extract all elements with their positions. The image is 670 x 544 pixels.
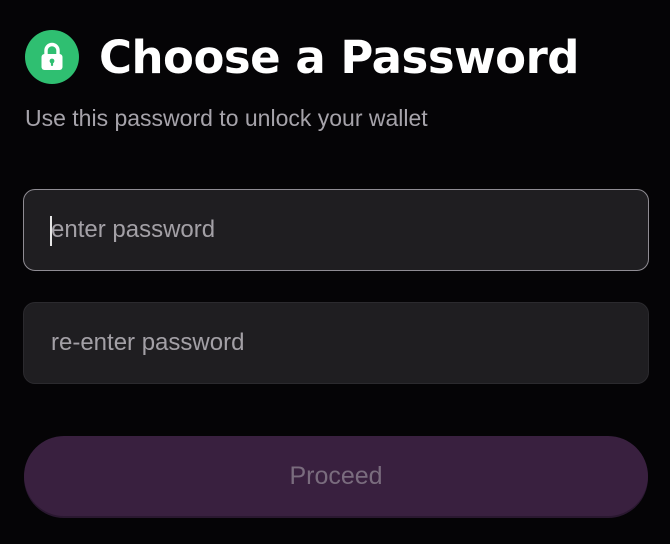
create-password-page: Choose a Password Use this password to u… — [0, 0, 670, 544]
proceed-button[interactable]: Proceed — [24, 436, 648, 516]
lock-icon — [25, 30, 79, 84]
page-subtitle: Use this password to unlock your wallet — [25, 105, 428, 131]
password-field[interactable] — [23, 189, 649, 271]
confirm-password-field[interactable] — [23, 302, 649, 384]
page-title: Choose a Password — [99, 30, 580, 84]
password-input[interactable] — [24, 190, 648, 270]
header: Choose a Password — [25, 30, 580, 84]
confirm-password-input[interactable] — [24, 303, 648, 383]
text-caret — [50, 216, 52, 246]
lock-glyph — [41, 42, 63, 70]
